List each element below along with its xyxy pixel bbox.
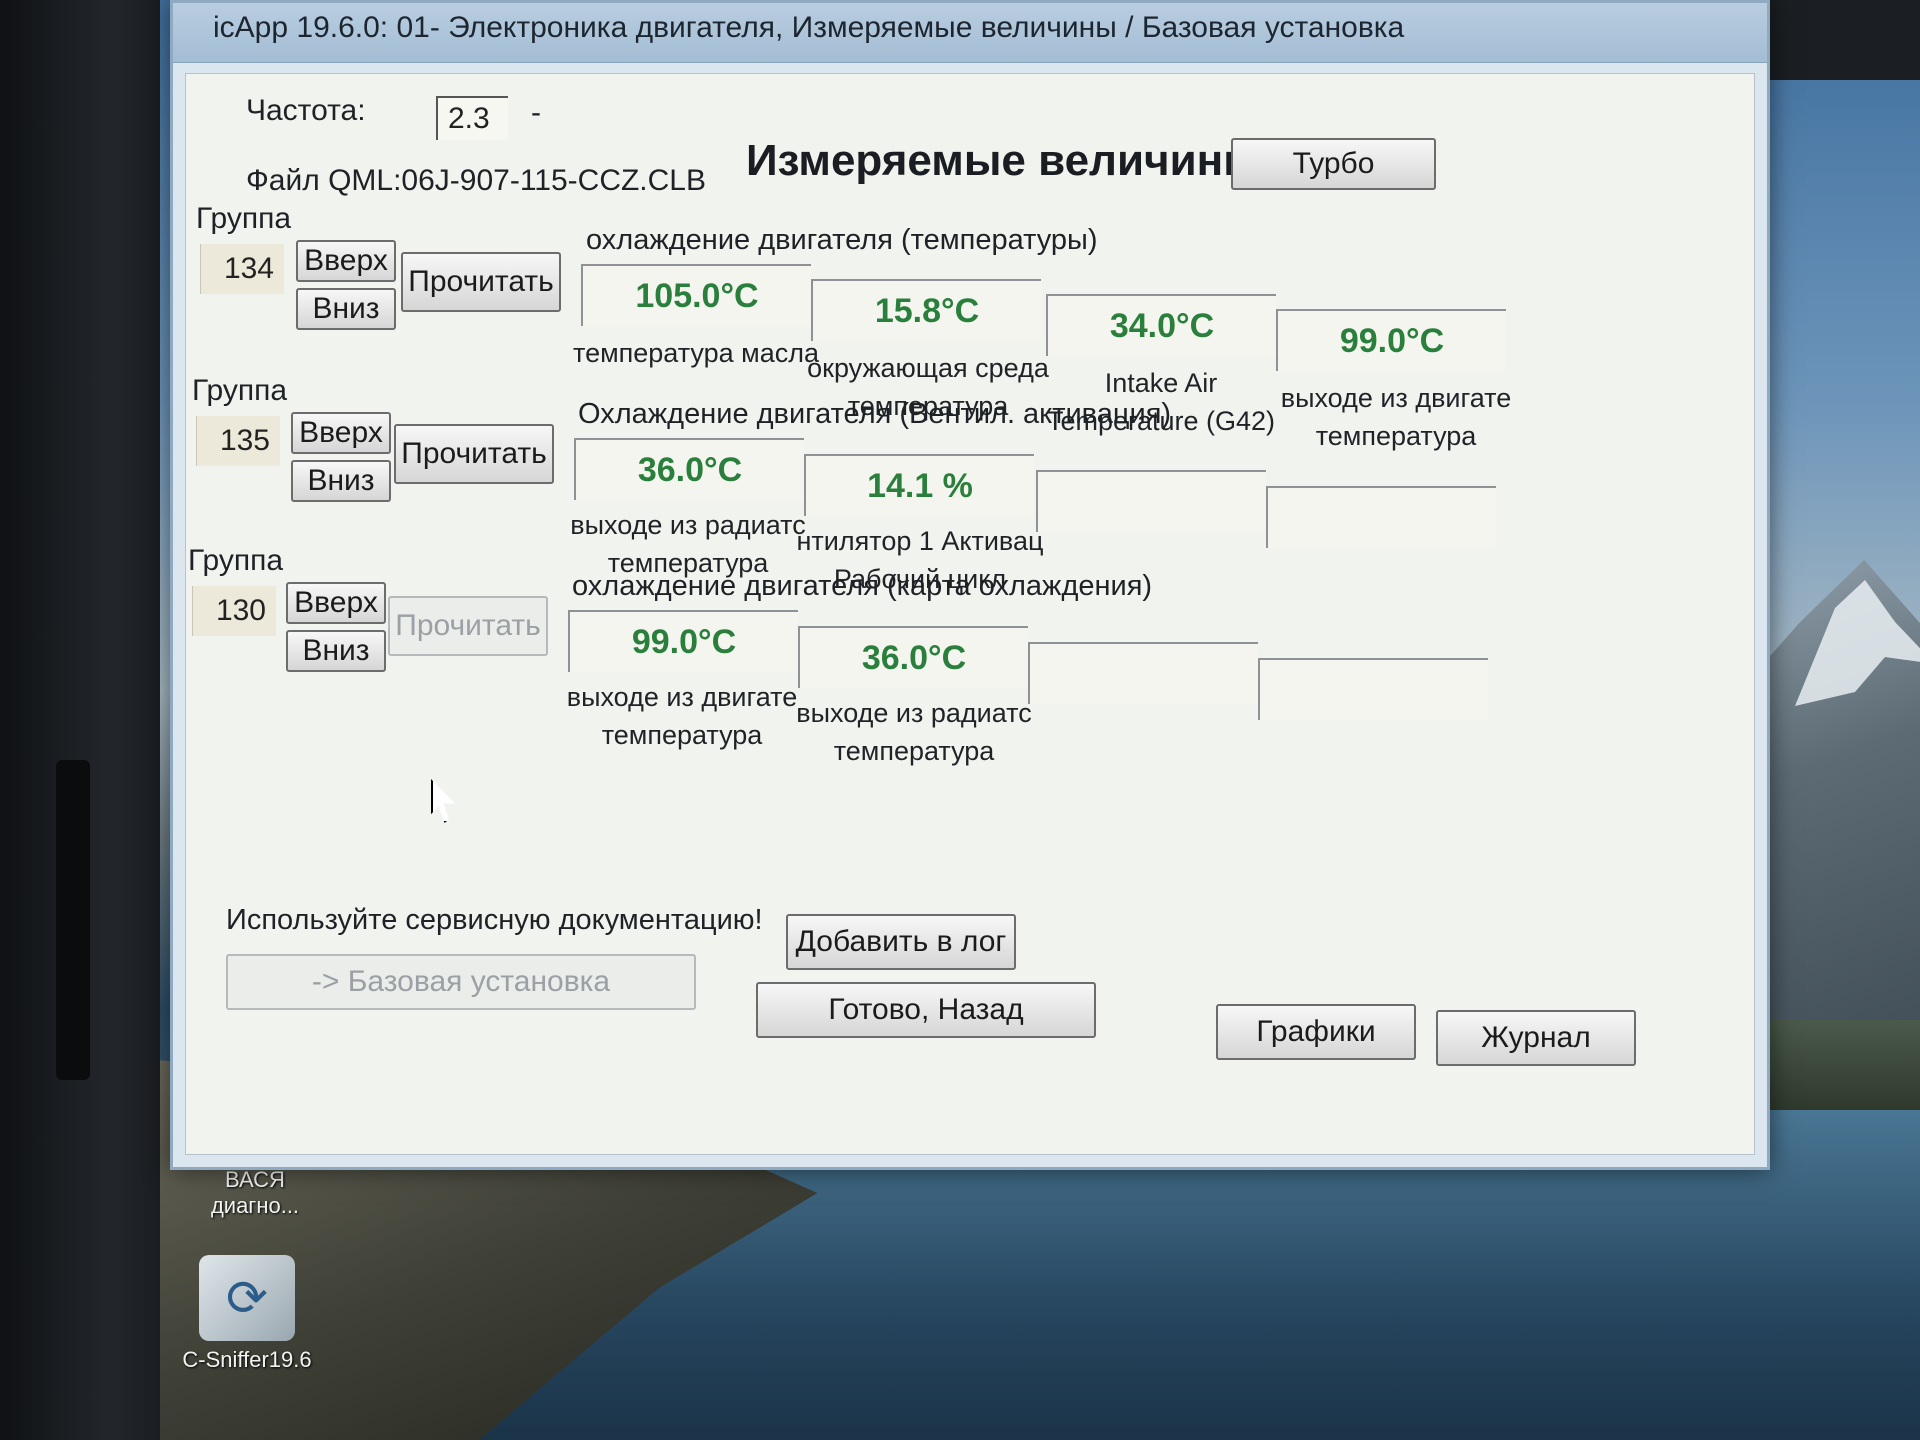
group-title: Охлаждение двигателя (Вентил. активация) xyxy=(578,398,1172,430)
file-label: Файл QML:06J-907-115-CCZ.CLB xyxy=(246,164,707,197)
measured-value: 36.0°C xyxy=(574,438,804,500)
value-caption: Intake Air xyxy=(1104,368,1218,398)
read-button[interactable]: Прочитать xyxy=(401,252,561,312)
group-down-button[interactable]: Вниз xyxy=(286,630,386,672)
measured-value: 14.1 % xyxy=(804,454,1034,516)
measured-value xyxy=(1028,642,1258,704)
add-to-log-button[interactable]: Добавить в лог xyxy=(786,914,1016,970)
measured-value xyxy=(1266,486,1496,548)
group-label: Группа xyxy=(192,374,288,407)
value-caption: нтилятор 1 Активац xyxy=(796,526,1044,556)
measured-value xyxy=(1258,658,1488,720)
group-down-button[interactable]: Вниз xyxy=(291,460,391,502)
title-bar[interactable]: icApp 19.6.0: 01- Электроника двигателя,… xyxy=(173,3,1767,63)
graphs-button[interactable]: Графики xyxy=(1216,1004,1416,1060)
group-up-button[interactable]: Вверх xyxy=(286,582,386,624)
read-button[interactable]: Прочитать xyxy=(394,424,554,484)
group-up-button[interactable]: Вверх xyxy=(296,240,396,282)
turbo-button[interactable]: Турбо xyxy=(1231,138,1436,190)
journal-button[interactable]: Журнал xyxy=(1436,1010,1636,1066)
frequency-unit: - xyxy=(531,96,541,129)
basic-setting-button[interactable]: -> Базовая установка xyxy=(226,954,696,1010)
value-caption: температура xyxy=(601,720,763,750)
desktop-icon-label: диагно... xyxy=(210,1193,300,1218)
page-title: Измеряемые величины xyxy=(746,136,1261,185)
value-caption: температура xyxy=(1315,421,1477,451)
group-up-button[interactable]: Вверх xyxy=(291,412,391,454)
mouse-cursor xyxy=(431,779,455,823)
measured-value xyxy=(1036,470,1266,532)
group-down-button[interactable]: Вниз xyxy=(296,288,396,330)
bezel-notch xyxy=(56,760,90,1080)
group-number-input[interactable]: 135 xyxy=(196,416,280,466)
value-caption: выходе из двигате xyxy=(1280,383,1512,413)
desktop-icon-label: ВАСЯ xyxy=(225,1167,285,1192)
measured-value: 34.0°C xyxy=(1046,294,1276,356)
window-content: Частота: 2.3 - Файл QML:06J-907-115-CCZ.… xyxy=(185,73,1755,1155)
group-title: охлаждение двигателя (температуры) xyxy=(586,224,1098,256)
desktop-icon-c-sniffer[interactable]: ⟳ C-Sniffer19.6 xyxy=(182,1255,312,1373)
value-caption: выходе из двигате xyxy=(566,682,798,712)
ready-back-button[interactable]: Готово, Назад xyxy=(756,982,1096,1038)
value-caption: температура xyxy=(833,736,995,766)
frequency-label: Частота: xyxy=(246,94,366,127)
measured-value: 36.0°C xyxy=(798,626,1028,688)
c-sniffer-icon: ⟳ xyxy=(199,1255,295,1341)
group-label: Группа xyxy=(188,544,284,577)
group-label: Группа xyxy=(196,202,292,235)
group-title: охлаждение двигателя (карта охлаждения) xyxy=(572,570,1153,602)
desktop-icon-label: C-Sniffer19.6 xyxy=(182,1347,312,1372)
value-caption: выходе из радиатс xyxy=(570,510,806,540)
value-caption: выходе из радиатс xyxy=(796,698,1032,728)
read-button[interactable]: Прочитать xyxy=(388,596,548,656)
measured-value: 15.8°C xyxy=(811,279,1041,341)
group-number-input[interactable]: 134 xyxy=(200,244,284,294)
measured-value: 99.0°C xyxy=(568,610,798,672)
screen-bezel-left xyxy=(0,0,160,1440)
value-caption: окружающая среда xyxy=(807,353,1049,383)
frequency-value: 2.3 xyxy=(436,96,508,140)
value-caption: температура масла xyxy=(573,338,819,368)
group-number-input[interactable]: 130 xyxy=(192,586,276,636)
service-note: Используйте сервисную документацию! xyxy=(226,904,763,936)
measured-value: 105.0°C xyxy=(581,264,811,326)
measured-value: 99.0°C xyxy=(1276,309,1506,371)
window-title: icApp 19.6.0: 01- Электроника двигателя,… xyxy=(213,11,1405,44)
measured-values-window: icApp 19.6.0: 01- Электроника двигателя,… xyxy=(170,0,1770,1170)
